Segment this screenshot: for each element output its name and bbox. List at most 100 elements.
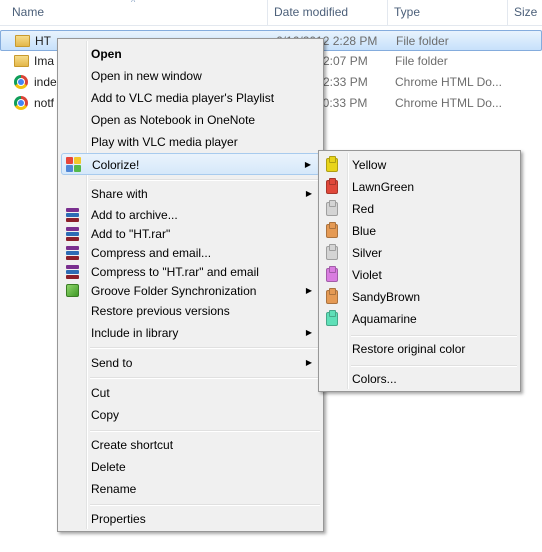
- menu-item-label: Colorize!: [92, 158, 140, 172]
- menu-item-label: Include in library: [91, 326, 179, 340]
- menu-item-label: Share with: [91, 187, 148, 201]
- menu-item-label: Open as Notebook in OneNote: [91, 113, 256, 127]
- menu-item-copy[interactable]: Copy: [61, 404, 320, 426]
- color-item-label: Violet: [352, 268, 382, 282]
- winrar-icon: [65, 246, 81, 260]
- submenu-arrow-icon: ▶: [304, 160, 311, 169]
- menu-item-cut[interactable]: Cut: [61, 382, 320, 404]
- menu-item-label: Open: [91, 47, 122, 61]
- menu-item-label: Add to VLC media player's Playlist: [91, 91, 275, 105]
- color-item-aquamarine[interactable]: Aquamarine: [322, 308, 517, 330]
- file-name: Ima: [34, 54, 55, 68]
- folder-icon: [14, 54, 29, 68]
- menu-separator: [90, 179, 320, 181]
- red-swatch-icon: [326, 200, 342, 216]
- groove-icon: [65, 284, 81, 298]
- column-header-date-label: Date modified: [274, 5, 349, 19]
- aquamarine-swatch-icon: [326, 310, 342, 326]
- submenu-arrow-icon: ▶: [305, 328, 312, 337]
- column-header-type[interactable]: Type: [388, 0, 508, 25]
- menu-item-properties[interactable]: Properties: [61, 508, 320, 530]
- sort-arrow-icon: ^: [131, 0, 136, 7]
- color-item-lawngreen[interactable]: LawnGreen: [322, 176, 517, 198]
- color-item-violet[interactable]: Violet: [322, 264, 517, 286]
- file-type: Chrome HTML Do...: [395, 96, 502, 110]
- menu-item-colors[interactable]: Colors...: [322, 368, 517, 390]
- winrar-icon: [65, 227, 81, 241]
- file-date: 2:07 PM: [323, 54, 368, 68]
- color-item-label: SandyBrown: [352, 290, 421, 304]
- menu-item-restore-original-color[interactable]: Restore original color: [322, 338, 517, 360]
- menu-item-add-vlc-playlist[interactable]: Add to VLC media player's Playlist: [61, 87, 320, 109]
- color-item-label: Yellow: [352, 158, 387, 172]
- menu-item-play-vlc[interactable]: Play with VLC media player: [61, 131, 320, 153]
- submenu-arrow-icon: ▶: [305, 189, 312, 198]
- color-item-yellow[interactable]: Yellow: [322, 154, 517, 176]
- colorize-submenu: Yellow LawnGreen Red Blue Silver Violet …: [318, 150, 521, 392]
- lawngreen-swatch-icon: [326, 178, 342, 194]
- file-type: Chrome HTML Do...: [395, 75, 502, 89]
- violet-swatch-icon: [326, 266, 342, 282]
- menu-separator: [90, 504, 320, 506]
- menu-item-label: Create shortcut: [91, 438, 174, 452]
- menu-item-label: Cut: [91, 386, 110, 400]
- menu-item-groove-sync[interactable]: Groove Folder Synchronization ▶: [61, 280, 320, 302]
- chrome-icon: [14, 75, 29, 89]
- file-name: notf: [34, 96, 55, 110]
- menu-item-open-new-window[interactable]: Open in new window: [61, 65, 320, 87]
- menu-separator: [90, 430, 320, 432]
- color-item-label: Silver: [352, 246, 383, 260]
- column-header-date-modified[interactable]: Date modified: [268, 0, 388, 25]
- column-header-name-label: Name: [12, 5, 45, 19]
- color-item-red[interactable]: Red: [322, 198, 517, 220]
- color-item-label: Red: [352, 202, 375, 216]
- color-item-sandybrown[interactable]: SandyBrown: [322, 286, 517, 308]
- winrar-icon: [65, 265, 81, 279]
- silver-swatch-icon: [326, 244, 342, 260]
- menu-item-label: Send to: [91, 356, 133, 370]
- menu-item-include-in-library[interactable]: Include in library ▶: [61, 322, 320, 344]
- menu-item-share-with[interactable]: Share with ▶: [61, 183, 320, 205]
- menu-item-label: Copy: [91, 408, 120, 422]
- menu-item-label: Rename: [91, 482, 137, 496]
- column-header-size-label: Size: [514, 5, 538, 19]
- submenu-arrow-icon: ▶: [305, 286, 312, 295]
- file-type: File folder: [395, 54, 448, 68]
- menu-item-restore-previous-versions[interactable]: Restore previous versions: [61, 300, 320, 322]
- menu-item-delete[interactable]: Delete: [61, 456, 320, 478]
- file-date: 2:33 PM: [323, 75, 368, 89]
- file-name: inde: [34, 75, 57, 89]
- color-item-label: Aquamarine: [352, 312, 417, 326]
- menu-item-send-to[interactable]: Send to ▶: [61, 352, 320, 374]
- submenu-separator: [351, 365, 517, 367]
- blue-swatch-icon: [326, 222, 342, 238]
- colorize-icon: [66, 157, 82, 172]
- submenu-arrow-icon: ▶: [305, 358, 312, 367]
- sandybrown-swatch-icon: [326, 288, 342, 304]
- submenu-separator: [351, 335, 517, 337]
- menu-item-open-onenote[interactable]: Open as Notebook in OneNote: [61, 109, 320, 131]
- menu-separator: [90, 347, 320, 349]
- column-header-type-label: Type: [394, 5, 421, 19]
- file-name: HT: [35, 34, 51, 48]
- menu-item-open[interactable]: Open: [61, 43, 320, 65]
- column-header-bar: Name ^ Date modified Type Size: [0, 0, 542, 26]
- menu-item-colorize[interactable]: Colorize! ▶: [61, 153, 320, 175]
- color-item-label: Blue: [352, 224, 377, 238]
- menu-separator: [90, 377, 320, 379]
- menu-item-label: Groove Folder Synchronization: [91, 284, 257, 298]
- winrar-icon: [65, 208, 81, 222]
- menu-item-rename[interactable]: Rename: [61, 478, 320, 500]
- color-item-silver[interactable]: Silver: [322, 242, 517, 264]
- column-header-size[interactable]: Size: [508, 0, 542, 25]
- menu-item-label: Delete: [91, 460, 126, 474]
- menu-item-create-shortcut[interactable]: Create shortcut: [61, 434, 320, 456]
- menu-item-label: Restore previous versions: [91, 304, 230, 318]
- yellow-swatch-icon: [326, 156, 342, 172]
- color-item-label: LawnGreen: [352, 180, 415, 194]
- context-menu: Open Open in new window Add to VLC media…: [57, 38, 324, 532]
- chrome-icon: [14, 96, 29, 110]
- color-item-blue[interactable]: Blue: [322, 220, 517, 242]
- folder-icon: [15, 34, 30, 48]
- menu-item-label: Open in new window: [91, 69, 202, 83]
